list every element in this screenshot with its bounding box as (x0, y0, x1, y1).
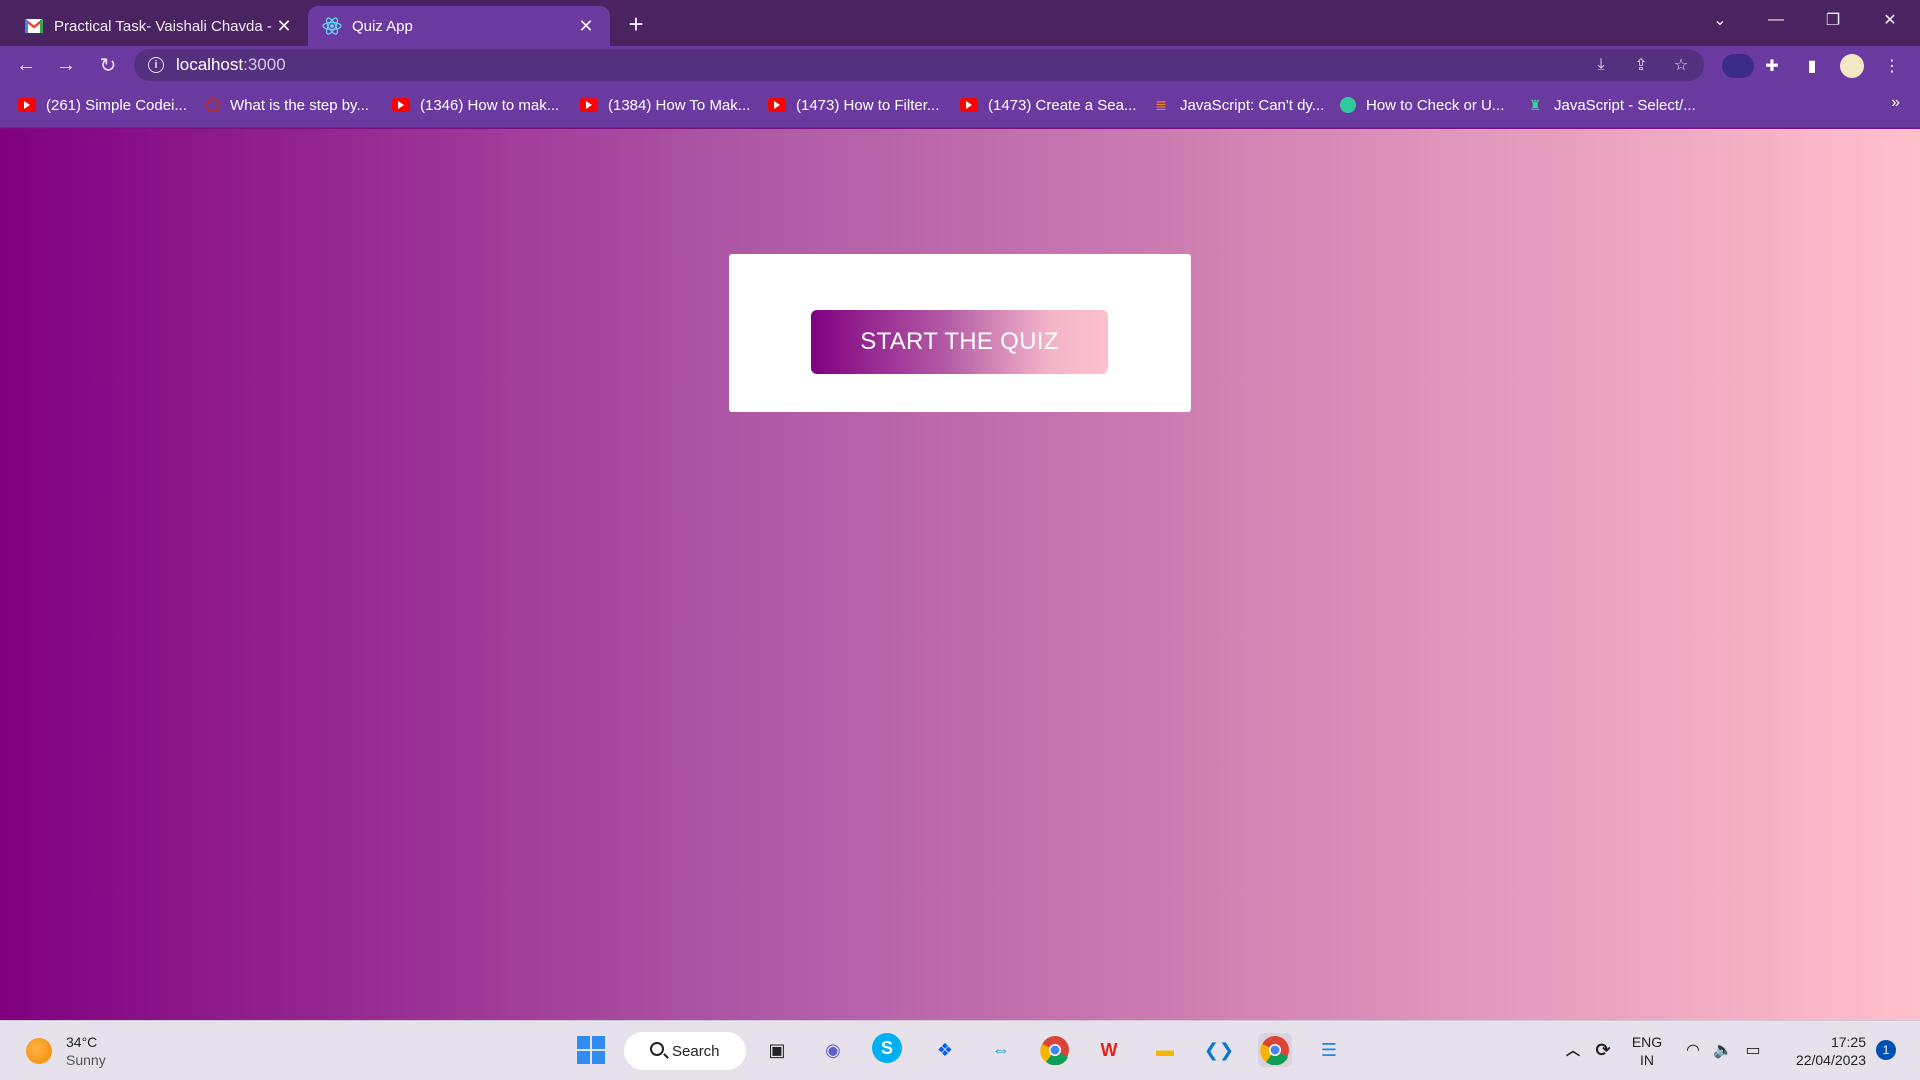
quora-icon (206, 98, 220, 112)
bookmark-label: JavaScript - Select/... (1554, 96, 1696, 114)
task-view-icon[interactable]: ▣ (760, 1033, 794, 1067)
restore-button[interactable]: ❐ (1813, 4, 1853, 36)
bookmark-item[interactable]: (1384) How To Mak... (580, 94, 750, 116)
bookmarks-overflow-button[interactable]: » (1891, 94, 1900, 112)
notification-badge[interactable]: 1 (1876, 1040, 1896, 1060)
close-icon[interactable]: ✕ (274, 16, 294, 36)
windows-taskbar: 34°C Sunny Search ▣ ◉ S ❖ ⇔ W ▬ ❮❯ ☰ ︿ ⟳… (0, 1020, 1920, 1080)
bookmark-label: (1384) How To Mak... (608, 96, 751, 114)
profile-avatar[interactable] (1840, 54, 1864, 78)
bookmarks-bar: (261) Simple Codei... What is the step b… (0, 84, 1920, 128)
side-panel-icon[interactable]: ▮ (1800, 54, 1824, 78)
vscode-icon[interactable]: ❮❯ (1202, 1033, 1236, 1067)
bookmark-item[interactable]: (1473) How to Filter... (768, 94, 939, 116)
install-app-icon[interactable]: ⤓ (1590, 54, 1612, 76)
start-quiz-button[interactable]: START THE QUIZ (811, 310, 1108, 374)
tab-search-icon[interactable]: ⌄ (1700, 4, 1740, 36)
bookmark-item[interactable]: (1346) How to mak... (392, 94, 559, 116)
chevron-up-icon[interactable]: ︿ (1556, 1033, 1590, 1067)
bookmark-item[interactable]: How to Check or U... (1340, 94, 1504, 116)
search-icon (650, 1042, 664, 1056)
tab-gmail[interactable]: Practical Task- Vaishali Chavda - V ✕ (10, 6, 308, 46)
minimize-button[interactable]: — (1756, 4, 1796, 36)
chrome-icon[interactable] (1038, 1033, 1072, 1067)
wifi-icon[interactable]: ◠ (1676, 1033, 1710, 1067)
skype-icon[interactable]: S (872, 1033, 902, 1063)
bookmark-label: JavaScript: Can't dy... (1180, 96, 1325, 114)
tab-title: Quiz App (352, 17, 413, 35)
bookmark-label: (1473) How to Filter... (796, 96, 940, 114)
youtube-icon (392, 98, 410, 112)
teamviewer-icon[interactable]: ⇔ (984, 1033, 1018, 1067)
bookmark-star-icon[interactable]: ☆ (1670, 54, 1692, 76)
search-label: Search (672, 1042, 720, 1060)
tab-title: Practical Task- Vaishali Chavda - V (54, 17, 274, 35)
forward-arrow-icon[interactable]: → (52, 51, 80, 79)
site-info-icon[interactable]: i (148, 57, 164, 73)
stackoverflow-icon: ≣ (1155, 96, 1167, 113)
battery-icon[interactable]: ▭ (1736, 1033, 1770, 1067)
new-tab-button[interactable]: + (622, 9, 650, 39)
dropbox-icon[interactable]: ❖ (928, 1033, 962, 1067)
react-icon (322, 16, 342, 36)
back-arrow-icon[interactable]: ← (12, 51, 40, 79)
sun-icon (26, 1038, 52, 1064)
bookmark-item[interactable]: (1473) Create a Sea... (960, 94, 1136, 116)
volume-icon[interactable]: 🔈 (1706, 1033, 1740, 1067)
reload-icon[interactable]: ↻ (94, 51, 122, 79)
file-explorer-icon[interactable]: ▬ (1148, 1033, 1182, 1067)
wps-office-icon[interactable]: W (1092, 1033, 1126, 1067)
windows-start-icon[interactable] (574, 1033, 608, 1067)
bookmark-label: (1346) How to mak... (420, 96, 560, 114)
bookmark-item[interactable]: ≣ JavaScript: Can't dy... (1152, 94, 1324, 116)
youtube-icon (768, 98, 786, 112)
taskbar-search[interactable]: Search (624, 1032, 746, 1070)
browser-toolbar: ← → ↻ i localhost:3000 ⤓ ⇪ ☆ ✚ ▮ ⋮ (0, 46, 1920, 84)
youtube-icon (580, 98, 598, 112)
clock[interactable]: 17:25 22/04/2023 (1776, 1033, 1866, 1069)
teams-chat-icon[interactable]: ◉ (816, 1033, 850, 1067)
close-icon[interactable]: ✕ (576, 16, 596, 36)
quiz-app-page: START THE QUIZ (0, 129, 1920, 1020)
window-close-button[interactable]: ✕ (1870, 4, 1910, 36)
menu-kebab-icon[interactable]: ⋮ (1880, 54, 1904, 78)
tab-quiz-app[interactable]: Quiz App ✕ (308, 6, 610, 46)
bookmark-item[interactable]: What is the step by... (206, 94, 369, 116)
weather-temp: 34°C (66, 1034, 98, 1050)
gmail-icon (24, 16, 44, 36)
extensions-puzzle-icon[interactable]: ✚ (1760, 54, 1784, 78)
bookmark-item[interactable]: ♜ JavaScript - Select/... (1526, 94, 1696, 116)
youtube-icon (960, 98, 978, 112)
browser-tab-bar: Practical Task- Vaishali Chavda - V ✕ Qu… (0, 0, 1920, 46)
chrome-active-icon[interactable] (1258, 1033, 1292, 1067)
bookmark-label: (1473) Create a Sea... (988, 96, 1137, 114)
site-icon: ♜ (1528, 96, 1542, 113)
start-card: START THE QUIZ (729, 254, 1191, 412)
address-bar[interactable]: i localhost:3000 (134, 49, 1704, 81)
bookmark-label: (261) Simple Codei... (46, 96, 187, 114)
site-icon (1340, 97, 1356, 113)
url-text: localhost:3000 (176, 55, 286, 74)
language-indicator[interactable]: ENG IN (1628, 1033, 1666, 1069)
notepad-icon[interactable]: ☰ (1312, 1033, 1346, 1067)
share-icon[interactable]: ⇪ (1630, 54, 1652, 76)
weather-condition: Sunny (66, 1052, 106, 1068)
bookmark-label: What is the step by... (230, 96, 369, 114)
sync-icon[interactable]: ⟳ (1586, 1033, 1620, 1067)
extension-badge-icon[interactable] (1722, 54, 1754, 78)
youtube-icon (18, 98, 36, 112)
bookmark-label: How to Check or U... (1366, 96, 1505, 114)
bookmark-item[interactable]: (261) Simple Codei... (18, 94, 187, 116)
weather-widget[interactable]: 34°C Sunny (26, 1033, 106, 1069)
